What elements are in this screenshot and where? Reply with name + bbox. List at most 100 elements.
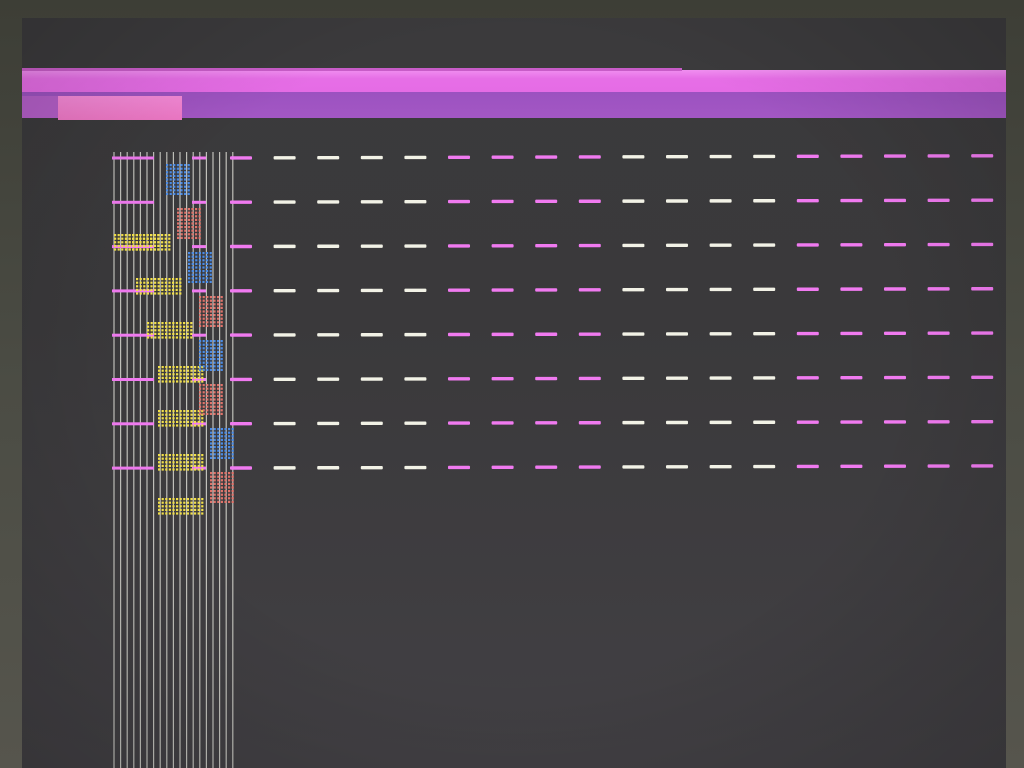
row-dash	[360, 465, 383, 470]
glitch-dot	[157, 332, 160, 335]
glitch-dot	[187, 182, 190, 185]
glitch-dot	[231, 438, 234, 441]
glitch-dot	[183, 501, 186, 504]
glitch-dot	[135, 248, 138, 251]
glitch-dot	[153, 244, 156, 247]
glitch-dot	[135, 241, 138, 244]
glitch-dot	[213, 358, 216, 361]
glitch-dot	[158, 420, 161, 423]
row-left-dash	[112, 422, 154, 426]
glitch-dot	[176, 178, 179, 181]
glitch-dot	[146, 234, 149, 237]
glitch-dot	[186, 468, 189, 471]
glitch-dot	[173, 171, 176, 174]
glitch-dot	[197, 468, 200, 471]
row-dash	[840, 464, 863, 469]
glitch-dot	[220, 394, 223, 397]
glitch-dot	[213, 299, 216, 302]
glitch-dot	[168, 417, 171, 420]
glitch-dot	[187, 236, 190, 239]
glitch-dot	[191, 262, 194, 265]
glitch-dot	[213, 493, 216, 496]
glitch-dot	[210, 475, 213, 478]
glitch-dot	[139, 278, 142, 281]
glitch-dot	[168, 380, 171, 383]
glitch-dot	[228, 456, 231, 459]
row-left-dash	[112, 156, 154, 160]
row-dash	[448, 377, 470, 381]
glitch-dot	[191, 229, 194, 232]
glitch-dot	[228, 472, 231, 475]
row-dash	[491, 465, 514, 469]
glitch-dot	[190, 505, 193, 508]
glitch-dot	[176, 454, 179, 457]
glitch-dot	[197, 424, 200, 427]
row-dash	[622, 199, 645, 203]
glitch-dot	[191, 273, 194, 276]
glitch-dot	[143, 288, 146, 291]
glitch-dot	[231, 490, 234, 493]
row-dash	[884, 243, 906, 247]
glitch-dot	[217, 368, 220, 371]
glitch-dot	[209, 365, 212, 368]
glitch-dot	[220, 314, 223, 317]
glitch-dot	[173, 164, 176, 167]
glitch-dot	[121, 234, 124, 237]
glitch-dot	[206, 409, 209, 412]
glitch-dot	[180, 192, 183, 195]
glitch-dot	[213, 412, 216, 415]
glitch-dot	[202, 365, 205, 368]
glitch-dot	[150, 325, 153, 328]
glitch-dot	[213, 343, 216, 346]
glitch-dot	[180, 208, 183, 211]
glitch-dot	[139, 288, 142, 291]
glitch-dot	[220, 368, 223, 371]
glitch-dot	[172, 424, 175, 427]
glitch-dot	[224, 435, 227, 438]
glitch-dot	[146, 292, 149, 295]
glitch-dot	[154, 336, 157, 339]
glitch-dot	[179, 373, 182, 376]
glitch-dot	[176, 512, 179, 515]
row-dash	[840, 420, 863, 424]
glitch-dot	[213, 296, 216, 299]
glitch-dot	[125, 234, 128, 237]
row-dash	[230, 200, 252, 204]
glitch-dot	[146, 241, 149, 244]
glitch-dot	[125, 237, 128, 240]
glitch-dot	[161, 508, 164, 511]
glitch-dot	[220, 321, 223, 324]
glitch-dot	[190, 373, 193, 376]
glitch-dot	[209, 340, 212, 343]
glitch-dot	[206, 310, 209, 313]
glitch-dot	[190, 464, 193, 467]
glitch-dot	[198, 270, 201, 273]
glitch-dot	[194, 501, 197, 504]
row-dash	[578, 376, 601, 381]
glitch-dot	[199, 299, 202, 302]
glitch-dot	[179, 281, 182, 284]
glitch-dot	[217, 358, 220, 361]
glitch-dot	[217, 493, 220, 496]
glitch-dot	[195, 273, 198, 276]
row-dash	[273, 466, 296, 470]
glitch-dot	[228, 482, 231, 485]
glitch-dot	[187, 226, 190, 229]
glitch-dot	[186, 332, 189, 335]
glitch-dot	[154, 329, 157, 332]
glitch-dot	[220, 438, 223, 441]
glitch-dot	[164, 237, 167, 240]
glitch-dot	[209, 398, 212, 401]
glitch-dot	[168, 413, 171, 416]
glitch-dot	[139, 248, 142, 251]
glitch-dot	[206, 299, 209, 302]
glitch-dot	[168, 292, 171, 295]
glitch-dot	[217, 446, 220, 449]
glitch-dot	[168, 285, 171, 288]
glitch-dot	[206, 361, 209, 364]
row-dash	[404, 155, 427, 160]
glitch-dot	[217, 310, 220, 313]
glitch-dot	[176, 366, 179, 369]
glitch-dot	[161, 278, 164, 281]
glitch-dot	[168, 420, 171, 423]
